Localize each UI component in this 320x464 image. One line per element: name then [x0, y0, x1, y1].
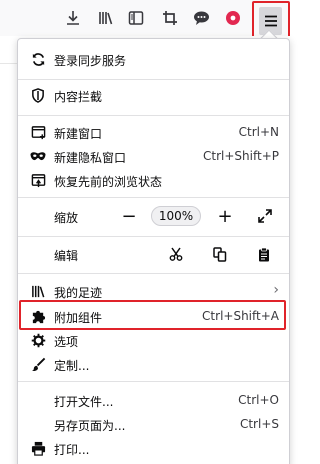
shortcut-label: Ctrl+O [238, 393, 279, 407]
separator [18, 236, 289, 237]
menu-item-label: 打开文件... [54, 395, 114, 409]
edit-controls: 编辑 [18, 239, 289, 269]
clipboard-icon [259, 247, 269, 261]
menu-item-label: 我的足迹 [54, 286, 103, 300]
menu-item-options[interactable]: 选项 [18, 328, 289, 352]
fullscreen-button[interactable] [254, 205, 276, 227]
menu-item-label: 新建窗口 [54, 127, 103, 141]
menu-item-save-page[interactable]: 另存页面为... Ctrl+S [18, 412, 289, 436]
menu-item-label: 恢复先前的浏览状态 [54, 175, 163, 189]
library-icon [30, 283, 46, 299]
paste-button[interactable] [253, 243, 275, 265]
cut-button[interactable] [165, 243, 187, 265]
chevron-right-icon: › [273, 282, 279, 298]
gear-icon [30, 332, 46, 348]
menu-item-new-window[interactable]: 新建窗口 Ctrl+N [18, 120, 289, 144]
menu-item-new-private-window[interactable]: 新建隐私窗口 Ctrl+Shift+P [18, 144, 289, 168]
separator [18, 115, 289, 116]
new-window-icon [30, 124, 46, 140]
menu-item-label: 选项 [54, 335, 79, 349]
restore-session-icon [30, 172, 46, 188]
app-menu-panel: 登录同步服务 内容拦截 新建窗口 Ctrl+N 新建隐私窗口 Ctrl+Shif… [17, 38, 290, 464]
zoom-controls: 缩放 − 100% + [18, 201, 289, 231]
scissors-icon [169, 247, 183, 261]
menu-item-label: 另存页面为... [54, 419, 126, 433]
menu-item-label: 定制... [54, 359, 90, 373]
addons-highlight-annotation [19, 300, 286, 330]
menu-item-label: 登录同步服务 [54, 54, 127, 68]
separator [18, 273, 289, 274]
library-icon[interactable] [95, 7, 117, 29]
separator [18, 381, 289, 382]
zoom-reset-button[interactable]: 100% [151, 206, 201, 226]
shortcut-label: Ctrl+Shift+P [203, 149, 279, 163]
menu-item-restore-session[interactable]: 恢复先前的浏览状态 [18, 168, 289, 192]
zoom-in-button[interactable]: + [214, 205, 236, 227]
copy-button[interactable] [209, 243, 231, 265]
zoom-out-button[interactable]: − [118, 205, 140, 227]
sync-icon [30, 51, 46, 67]
menu-item-open-file[interactable]: 打开文件... Ctrl+O [18, 388, 289, 412]
zoom-label: 缩放 [54, 211, 79, 225]
menu-item-customize[interactable]: 定制... [18, 352, 289, 376]
menu-item-print[interactable]: 打印... [18, 436, 289, 460]
download-icon[interactable] [62, 7, 84, 29]
shortcut-label: Ctrl+N [238, 125, 279, 139]
browser-toolbar [0, 0, 290, 42]
menu-item-sync[interactable]: 登录同步服务 [18, 47, 289, 71]
menu-item-label: 新建隐私窗口 [54, 151, 127, 165]
sidebar-icon[interactable] [125, 7, 147, 29]
paintbrush-icon [30, 356, 46, 372]
copy-icon [213, 246, 227, 262]
separator [18, 197, 289, 198]
separator [18, 79, 289, 80]
printer-icon [30, 440, 46, 456]
private-mask-icon [30, 148, 46, 164]
record-icon[interactable] [222, 7, 244, 29]
menu-item-content-blocking[interactable]: 内容拦截 [18, 83, 289, 107]
edit-label: 编辑 [54, 249, 79, 263]
shield-icon [30, 87, 46, 103]
crop-icon[interactable] [159, 7, 181, 29]
shortcut-label: Ctrl+S [239, 417, 279, 431]
menu-item-label: 内容拦截 [54, 90, 103, 104]
chat-icon[interactable] [190, 7, 212, 29]
fullscreen-icon [258, 209, 272, 223]
menu-item-label: 打印... [54, 443, 90, 457]
